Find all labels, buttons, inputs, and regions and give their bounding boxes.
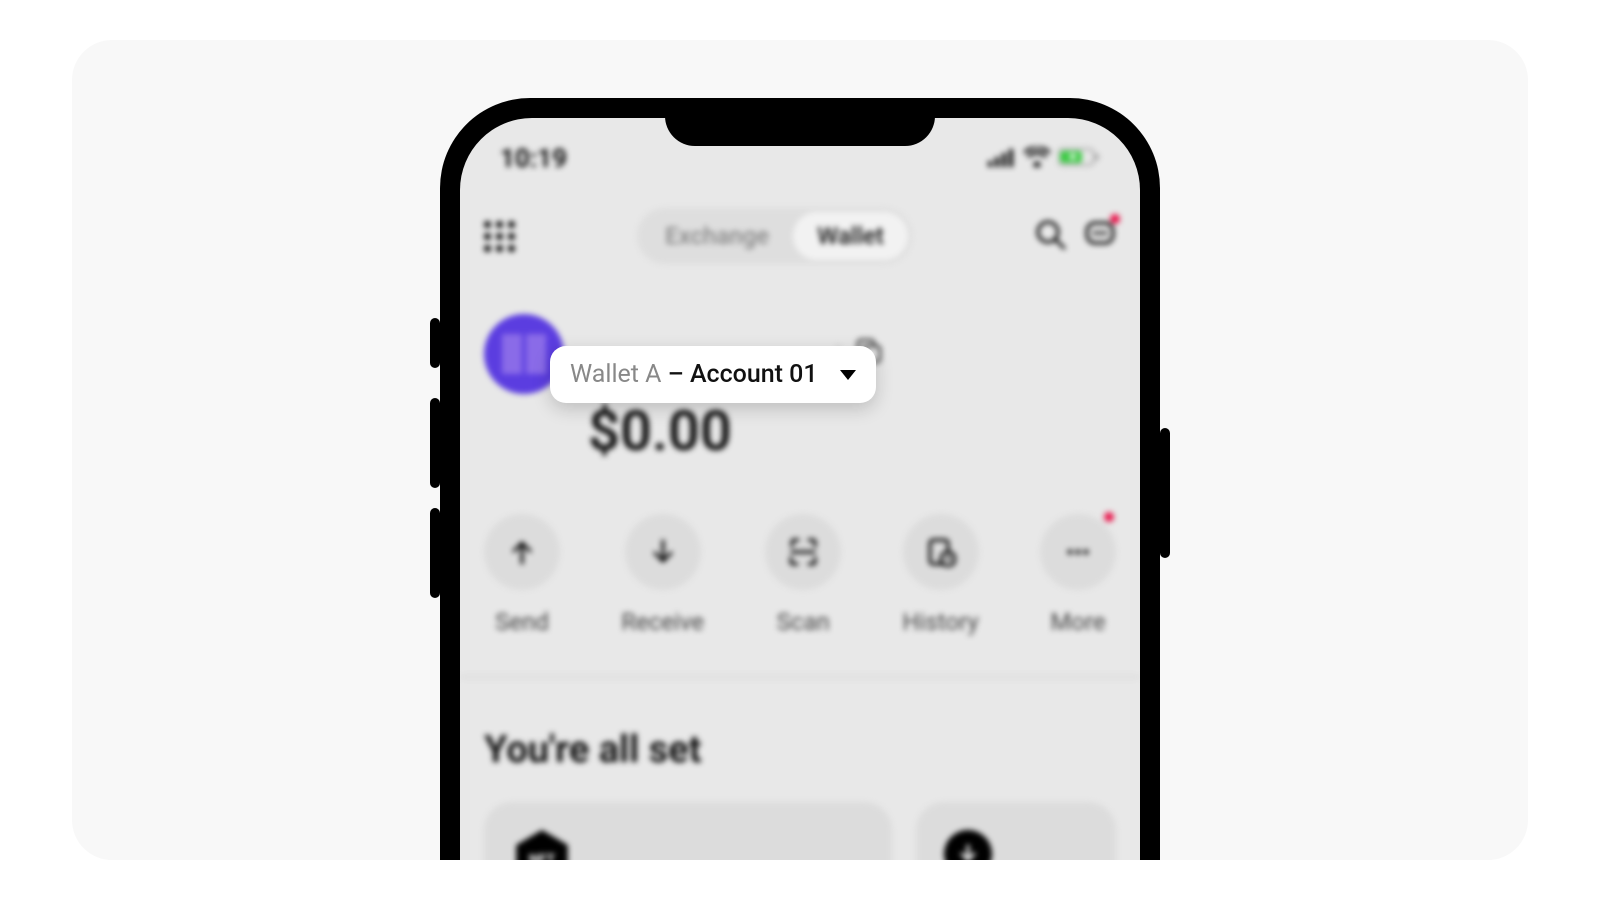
phone-volume-up <box>430 398 440 488</box>
status-time: 10:19 <box>500 144 567 174</box>
phone-mute-switch <box>430 318 440 368</box>
app-header: Exchange Wallet <box>460 178 1140 274</box>
download-circle-icon <box>944 830 992 860</box>
phone-power-button <box>1160 428 1170 558</box>
history-label: History <box>902 608 978 636</box>
notification-dot-icon <box>1104 512 1114 522</box>
action-row: Send Receive Scan History <box>460 464 1140 676</box>
phone-notch <box>665 98 935 146</box>
account-balance: $0.00 <box>460 398 1140 464</box>
more-button[interactable]: More <box>1040 514 1116 636</box>
receive-button[interactable]: Receive <box>621 514 704 636</box>
chat-button[interactable] <box>1084 218 1116 254</box>
phone-screen: 10:19 <box>460 118 1140 860</box>
tab-wallet[interactable]: Wallet <box>793 212 908 260</box>
send-button[interactable]: Send <box>484 514 560 636</box>
arrow-up-icon <box>507 537 537 567</box>
phone-frame: 10:19 <box>440 98 1160 860</box>
account-selector[interactable]: Wallet A – Account 01 <box>550 346 876 403</box>
wallet-name: Wallet A <box>570 360 661 389</box>
arrow-down-icon <box>648 537 678 567</box>
scan-label: Scan <box>777 608 830 636</box>
more-icon <box>1063 537 1093 567</box>
more-label: More <box>1050 608 1105 636</box>
arrow-down-icon <box>956 842 980 860</box>
battery-charging-icon <box>1058 144 1100 174</box>
notification-dot-icon <box>1110 214 1120 224</box>
nft-badge-icon: NFT <box>512 830 572 860</box>
scan-button[interactable]: Scan <box>765 514 841 636</box>
apps-grid-icon[interactable] <box>484 221 515 252</box>
cellular-icon <box>988 144 1016 174</box>
blurred-background-layer: 10:19 <box>460 118 1140 860</box>
wifi-icon <box>1024 144 1050 174</box>
section-title: You're all set <box>460 676 1140 802</box>
search-button[interactable] <box>1034 218 1066 254</box>
history-icon <box>926 537 956 567</box>
phone-volume-down <box>430 508 440 598</box>
mode-toggle[interactable]: Exchange Wallet <box>637 208 912 264</box>
history-button[interactable]: History <box>902 514 978 636</box>
account-name: – Account 01 <box>661 360 817 389</box>
receive-label: Receive <box>621 608 704 636</box>
tab-exchange[interactable]: Exchange <box>641 212 793 260</box>
scan-icon <box>788 537 818 567</box>
promo-card-nft[interactable]: NFT <box>484 802 892 860</box>
search-icon <box>1034 218 1066 250</box>
presentation-card: 10:19 <box>72 40 1528 860</box>
send-label: Send <box>495 608 549 636</box>
promo-cards-row: NFT <box>460 802 1140 860</box>
promo-card-download[interactable] <box>916 802 1116 860</box>
chevron-down-icon <box>840 370 856 380</box>
